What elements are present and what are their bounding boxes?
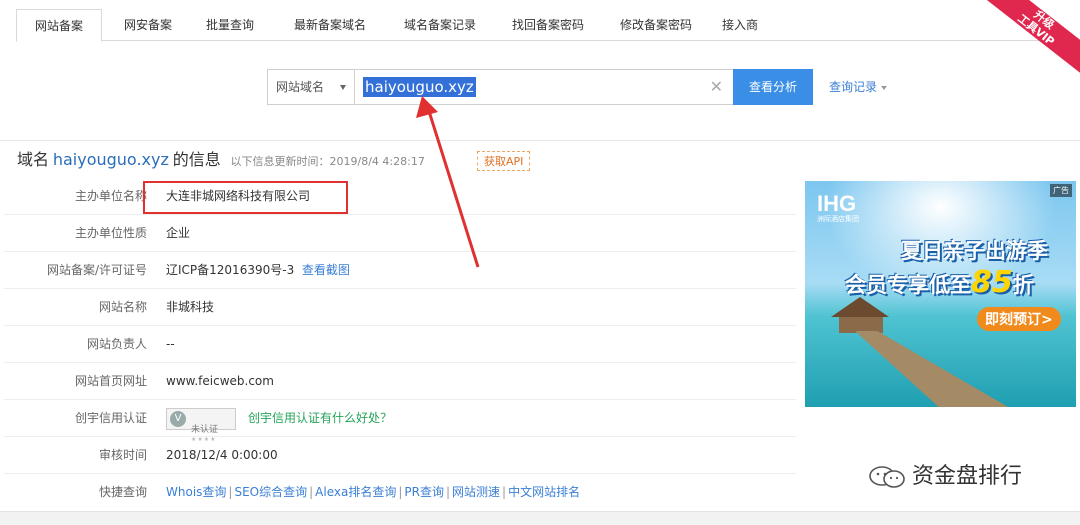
ad-headline-2: 会员专享低至85折 [845,265,1034,300]
v-check-icon: V [170,410,186,427]
search-type-label: 网站域名 [276,80,325,94]
table-row: 网站备案/许可证号 辽ICP备12016390号-3 查看截图 [4,252,796,289]
table-row: 快捷查询 Whois查询 | SEO综合查询 | Alexa排名查询 | PR查询 | 网站测速… [4,474,796,511]
info-title: 域名 haiyouguo.xyz 的信息 以下信息更新时间：2019/8/4 4… [17,149,425,171]
hut-body-icon [839,317,883,333]
query-history-dropdown[interactable]: 查询记录 [829,78,888,95]
ad-tag: 广告 [1050,184,1072,197]
tab-change-password[interactable]: 修改备案密码 [608,9,704,41]
table-row: 主办单位名称 大连非城网络科技有限公司 [4,178,796,215]
table-row: 审核时间 2018/12/4 0:00:00 [4,437,796,474]
license-value-cell: 辽ICP备12016390号-3 查看截图 [166,252,350,289]
row-label: 审核时间 [98,448,147,462]
page-bottom-bar [0,511,1080,525]
row-label: 网站备案/许可证号 [46,263,147,277]
quick-links: Whois查询 | SEO综合查询 | Alexa排名查询 | PR查询 | 网站测速 | 中文网站… [166,485,581,499]
search-type-select[interactable]: 网站域名 [267,69,354,105]
query-history-label: 查询记录 [829,80,878,94]
row-label: 网站负责人 [86,337,147,351]
get-api-button[interactable]: 获取API [477,151,531,171]
update-time: 以下信息更新时间：2019/8/4 4:28:17 [230,155,425,168]
tab-domain-records[interactable]: 域名备案记录 [392,9,488,41]
watermark: 资金盘排行 [868,462,1022,492]
tab-public-security[interactable]: 网安备案 [112,9,184,41]
homepage-value: www.feicweb.com [166,374,274,388]
credit-benefits-link[interactable]: 创宇信用认证有什么好处？ [248,411,392,425]
info-title-domain: haiyouguo.xyz [52,150,169,169]
site-name-value: 非城科技 [166,300,215,314]
tab-website-icp[interactable]: 网站备案 [16,9,102,42]
ad-headline-2-suffix: 折 [1012,273,1034,297]
search-input-value: haiyouguo.xyz [363,77,476,97]
caret-down-icon [881,85,888,90]
ad-headline-2-prefix: 会员专享低至 [845,273,971,297]
alexa-link[interactable]: Alexa排名查询 [315,485,396,499]
speed-test-link[interactable]: 网站测速 [452,485,500,499]
table-row: 网站首页网址 www.feicweb.com [4,363,796,400]
analyze-button[interactable]: 查看分析 [733,69,813,105]
ad-headline-1: 夏日亲子出游季 [901,239,1048,263]
caret-down-icon [340,85,346,90]
seo-link[interactable]: SEO综合查询 [234,485,307,499]
icp-info-table: 主办单位名称 大连非城网络科技有限公司 主办单位性质 企业 网站备案/许可证号 … [4,178,796,511]
row-label: 网站首页网址 [74,374,147,388]
table-row: 主办单位性质 企业 [4,215,796,252]
owner-value: -- [166,337,175,351]
info-title-prefix: 域名 [17,150,50,169]
search-input[interactable]: haiyouguo.xyz ✕ [354,69,734,105]
ad-book-now-button[interactable]: 即刻预订> [977,307,1061,331]
tab-batch-query[interactable]: 批量查询 [194,9,266,41]
credit-value-cell: V 未认证 ★★★★ 创宇信用认证有什么好处？ [166,400,392,443]
chinese-rank-link[interactable]: 中文网站排名 [508,485,580,499]
search-bar: 网站域名 haiyouguo.xyz ✕ 查看分析 [267,69,813,105]
divider [0,140,1080,141]
uncertified-badge: V 未认证 ★★★★ [166,407,236,443]
whois-link[interactable]: Whois查询 [166,485,226,499]
pier-icon [855,331,1015,407]
table-row: 网站负责人 -- [4,326,796,363]
clear-icon[interactable]: ✕ [710,77,723,96]
table-row: 创宇信用认证 V 未认证 ★★★★ 创宇信用认证有什么好处？ [4,400,796,443]
tab-access-provider[interactable]: 接入商 [714,9,766,41]
table-row: 网站名称 非城科技 [4,289,796,326]
ad-discount-number: 85 [971,265,1013,300]
wechat-icon [869,466,905,488]
row-label: 创宇信用认证 [74,411,147,425]
tab-recover-password[interactable]: 找回备案密码 [500,9,596,41]
row-label: 网站名称 [98,300,147,314]
view-screenshot-link[interactable]: 查看截图 [302,263,350,277]
watermark-text: 资金盘排行 [912,464,1023,489]
nav-tabs: 网站备案 网安备案 批量查询 最新备案域名 域名备案记录 找回备案密码 修改备案… [16,9,1080,42]
highlight-box [143,181,348,214]
license-number: 辽ICP备12016390号-3 [166,263,295,277]
audit-time-value: 2018/12/4 0:00:00 [166,448,278,462]
ad-banner[interactable]: IHG 洲际酒店集团 广告 夏日亲子出游季 会员专享低至85折 即刻预订> [805,181,1076,407]
info-title-suffix: 的信息 [172,150,221,169]
row-label: 主办单位性质 [74,226,147,240]
pr-link[interactable]: PR查询 [404,485,444,499]
org-type-value: 企业 [166,226,191,240]
ihg-logo-sub: 洲际酒店集团 [817,215,859,223]
row-label: 快捷查询 [98,485,147,499]
row-label: 主办单位名称 [74,189,147,203]
tab-latest-domains[interactable]: 最新备案域名 [282,9,378,41]
